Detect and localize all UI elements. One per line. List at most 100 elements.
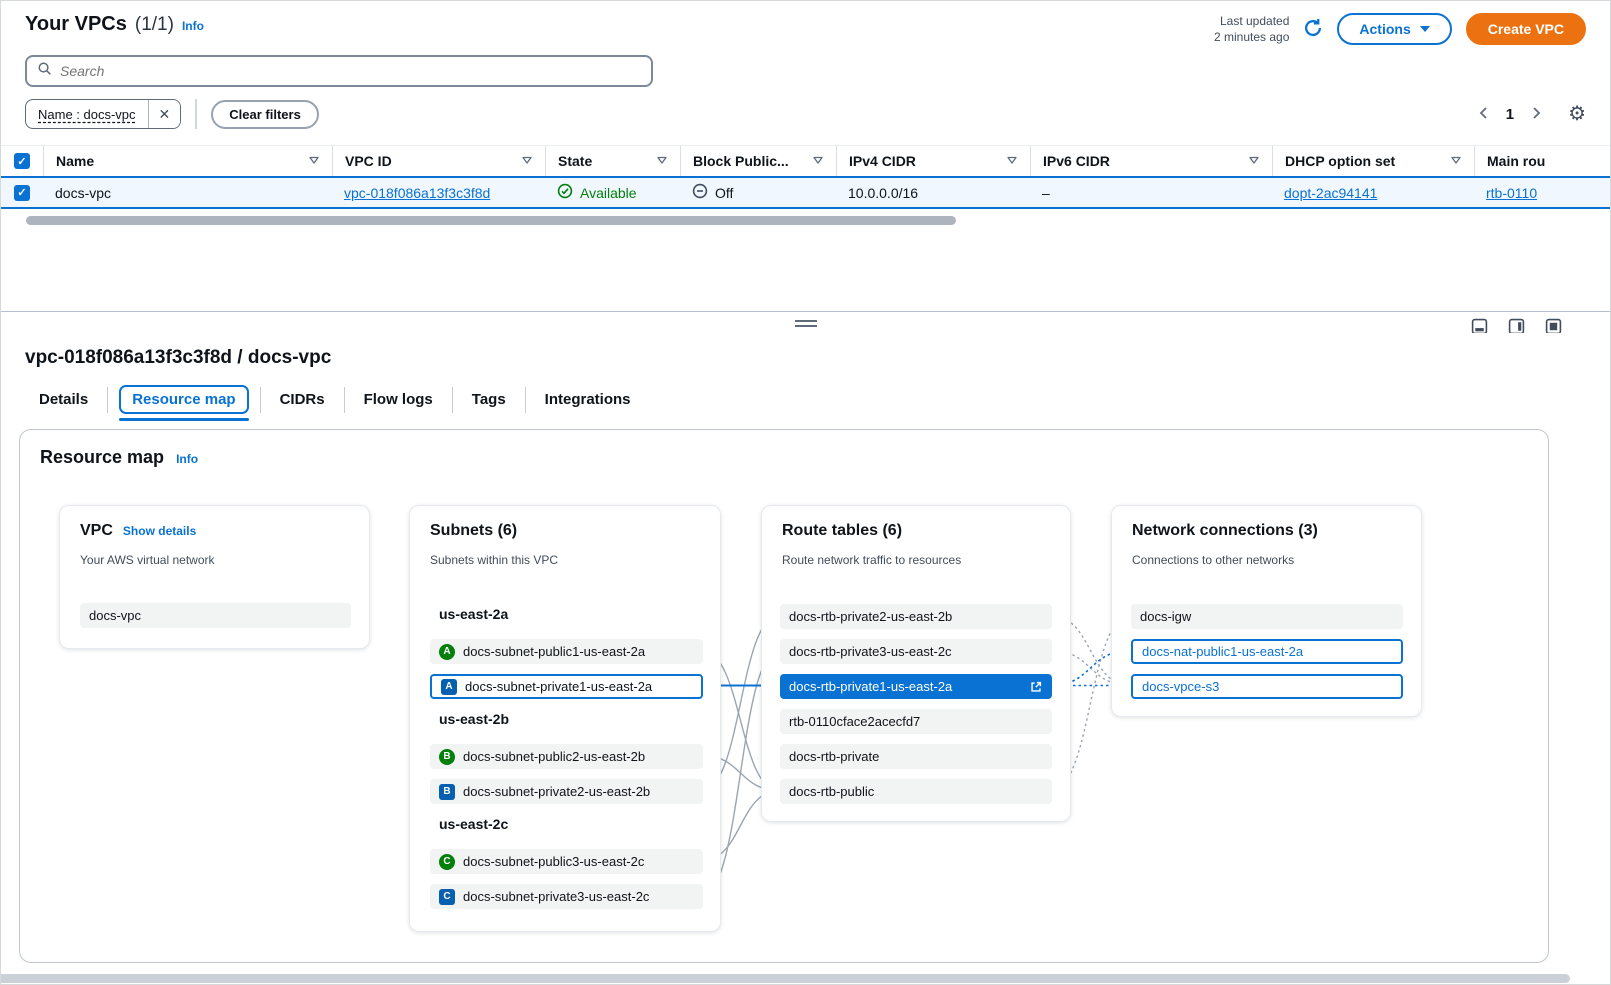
network-connections-card-subtitle: Connections to other networks: [1132, 553, 1294, 567]
filter-caret-icon[interactable]: [308, 153, 320, 169]
row-checkbox-checked-icon[interactable]: ✓: [14, 185, 30, 201]
route-table-node[interactable]: docs-rtb-public: [780, 779, 1052, 804]
column-header-ipv6-cidr[interactable]: IPv6 CIDR: [1030, 146, 1272, 176]
select-all-checkbox[interactable]: ✓: [1, 146, 43, 176]
subnet-node-private3[interactable]: C docs-subnet-private3-us-east-2c: [430, 884, 703, 909]
show-details-link[interactable]: Show details: [123, 524, 196, 538]
route-table-label: docs-rtb-private: [789, 749, 879, 764]
current-page[interactable]: 1: [1506, 106, 1514, 123]
subnet-node-private2[interactable]: B docs-subnet-private2-us-east-2b: [430, 779, 703, 804]
tab-integrations[interactable]: Integrations: [545, 385, 631, 414]
actions-button[interactable]: Actions: [1337, 13, 1451, 45]
detail-title: vpc-018f086a13f3c3f8d / docs-vpc: [25, 347, 1610, 369]
next-page-button[interactable]: [1530, 106, 1542, 123]
list-header: Your VPCs (1/1) Info Last updated 2 minu…: [1, 1, 1610, 45]
filter-token-label[interactable]: Name : docs-vpc: [26, 100, 148, 128]
subnet-label: docs-subnet-public2-us-east-2b: [463, 749, 645, 764]
search-icon: [37, 61, 52, 81]
tab-divider: [344, 387, 345, 413]
route-table-label: docs-rtb-private1-us-east-2a: [789, 679, 952, 694]
filter-caret-icon[interactable]: [1248, 153, 1260, 169]
tab-cidrs[interactable]: CIDRs: [280, 385, 325, 414]
search-box[interactable]: [25, 55, 653, 87]
split-panel-divider: [1, 311, 1610, 335]
page-horizontal-scrollbar[interactable]: [1, 974, 1570, 983]
info-link[interactable]: Info: [182, 19, 204, 33]
filter-caret-icon[interactable]: [1006, 153, 1018, 169]
az-label-us-east-2b: us-east-2b: [439, 711, 509, 727]
vpc-console-page: Your VPCs (1/1) Info Last updated 2 minu…: [0, 0, 1611, 985]
column-header-name[interactable]: Name: [43, 146, 332, 176]
resource-map-info-link[interactable]: Info: [176, 452, 198, 466]
column-header-vpc-id[interactable]: VPC ID: [332, 146, 545, 176]
tab-tags[interactable]: Tags: [472, 385, 506, 414]
route-table-node-selected[interactable]: docs-rtb-private1-us-east-2a: [780, 674, 1052, 699]
dhcp-option-set-link[interactable]: dopt-2ac94141: [1284, 185, 1377, 201]
route-table-label: docs-rtb-public: [789, 784, 874, 799]
vpc-node[interactable]: docs-vpc: [80, 603, 351, 628]
subnet-label: docs-subnet-private1-us-east-2a: [465, 679, 652, 694]
minus-circle-icon: [692, 183, 708, 202]
filter-caret-icon[interactable]: [812, 153, 824, 169]
horizontal-scrollbar[interactable]: [26, 216, 956, 225]
column-label: Main rou: [1487, 153, 1545, 169]
filter-token: Name : docs-vpc ✕: [25, 99, 181, 129]
chevron-right-icon: [1530, 106, 1542, 123]
column-header-state[interactable]: State: [545, 146, 680, 176]
tab-resource-map[interactable]: Resource map: [119, 385, 248, 414]
refresh-button[interactable]: [1303, 18, 1323, 41]
table-row[interactable]: ✓ docs-vpc vpc-018f086a13f3c3f8d Availab…: [1, 176, 1610, 209]
network-connections-card-title: Network connections (3): [1132, 522, 1318, 540]
column-header-block-public[interactable]: Block Public...: [680, 146, 836, 176]
filter-caret-icon[interactable]: [521, 153, 533, 169]
public-subnet-badge: C: [439, 854, 455, 870]
vpc-card-subtitle: Your AWS virtual network: [80, 553, 215, 567]
subnets-card-title: Subnets (6): [430, 522, 517, 540]
route-table-node[interactable]: docs-rtb-private3-us-east-2c: [780, 639, 1052, 664]
connection-node-vpce[interactable]: docs-vpce-s3: [1131, 674, 1403, 699]
connection-label: docs-igw: [1140, 609, 1191, 624]
create-vpc-button[interactable]: Create VPC: [1466, 13, 1586, 45]
external-link-icon[interactable]: [1029, 680, 1043, 694]
search-input[interactable]: [60, 63, 641, 79]
vpc-id-link[interactable]: vpc-018f086a13f3c3f8d: [344, 185, 490, 201]
column-header-main-route-table[interactable]: Main rou: [1474, 146, 1610, 176]
checkbox-checked-icon[interactable]: ✓: [14, 153, 30, 169]
detail-tabs: Details Resource map CIDRs Flow logs Tag…: [39, 385, 1610, 414]
drag-handle-icon[interactable]: [795, 320, 817, 330]
private-subnet-badge: B: [439, 784, 455, 800]
table-preferences-button[interactable]: ⚙: [1568, 104, 1586, 124]
subnet-label: docs-subnet-public1-us-east-2a: [463, 644, 645, 659]
filter-caret-icon[interactable]: [1450, 153, 1462, 169]
public-subnet-badge: A: [439, 644, 455, 660]
main-route-table-link[interactable]: rtb-0110: [1486, 185, 1537, 201]
route-table-node[interactable]: docs-rtb-private: [780, 744, 1052, 769]
route-table-label: docs-rtb-private3-us-east-2c: [789, 644, 952, 659]
pagination: 1 ⚙: [1478, 104, 1586, 124]
subnet-node-private1[interactable]: A docs-subnet-private1-us-east-2a: [430, 674, 703, 699]
column-header-ipv4-cidr[interactable]: IPv4 CIDR: [836, 146, 1030, 176]
subnet-node-public3[interactable]: C docs-subnet-public3-us-east-2c: [430, 849, 703, 874]
clear-filters-button[interactable]: Clear filters: [211, 100, 319, 129]
vpc-table: ✓ Name VPC ID State Block Public...: [1, 145, 1610, 209]
vpc-count: (1/1): [135, 14, 174, 36]
connection-node-igw[interactable]: docs-igw: [1131, 604, 1403, 629]
column-header-dhcp-option-set[interactable]: DHCP option set: [1272, 146, 1474, 176]
tab-divider: [452, 387, 453, 413]
previous-page-button[interactable]: [1478, 106, 1490, 123]
tab-details[interactable]: Details: [39, 385, 88, 414]
connection-node-nat[interactable]: docs-nat-public1-us-east-2a: [1131, 639, 1403, 664]
filter-separator: [195, 99, 197, 129]
filter-caret-icon[interactable]: [656, 153, 668, 169]
subnet-node-public2[interactable]: B docs-subnet-public2-us-east-2b: [430, 744, 703, 769]
vpc-card: VPC Show details Your AWS virtual networ…: [59, 505, 370, 649]
public-subnet-badge: B: [439, 749, 455, 765]
route-table-node[interactable]: rtb-0110cface2acecfd7: [780, 709, 1052, 734]
remove-filter-button[interactable]: ✕: [148, 100, 181, 128]
tab-flow-logs[interactable]: Flow logs: [364, 385, 433, 414]
close-icon: ✕: [159, 106, 171, 123]
az-label-us-east-2c: us-east-2c: [439, 816, 508, 832]
subnet-node-public1[interactable]: A docs-subnet-public1-us-east-2a: [430, 639, 703, 664]
last-updated-label: Last updated: [1220, 14, 1289, 28]
route-table-node[interactable]: docs-rtb-private2-us-east-2b: [780, 604, 1052, 629]
